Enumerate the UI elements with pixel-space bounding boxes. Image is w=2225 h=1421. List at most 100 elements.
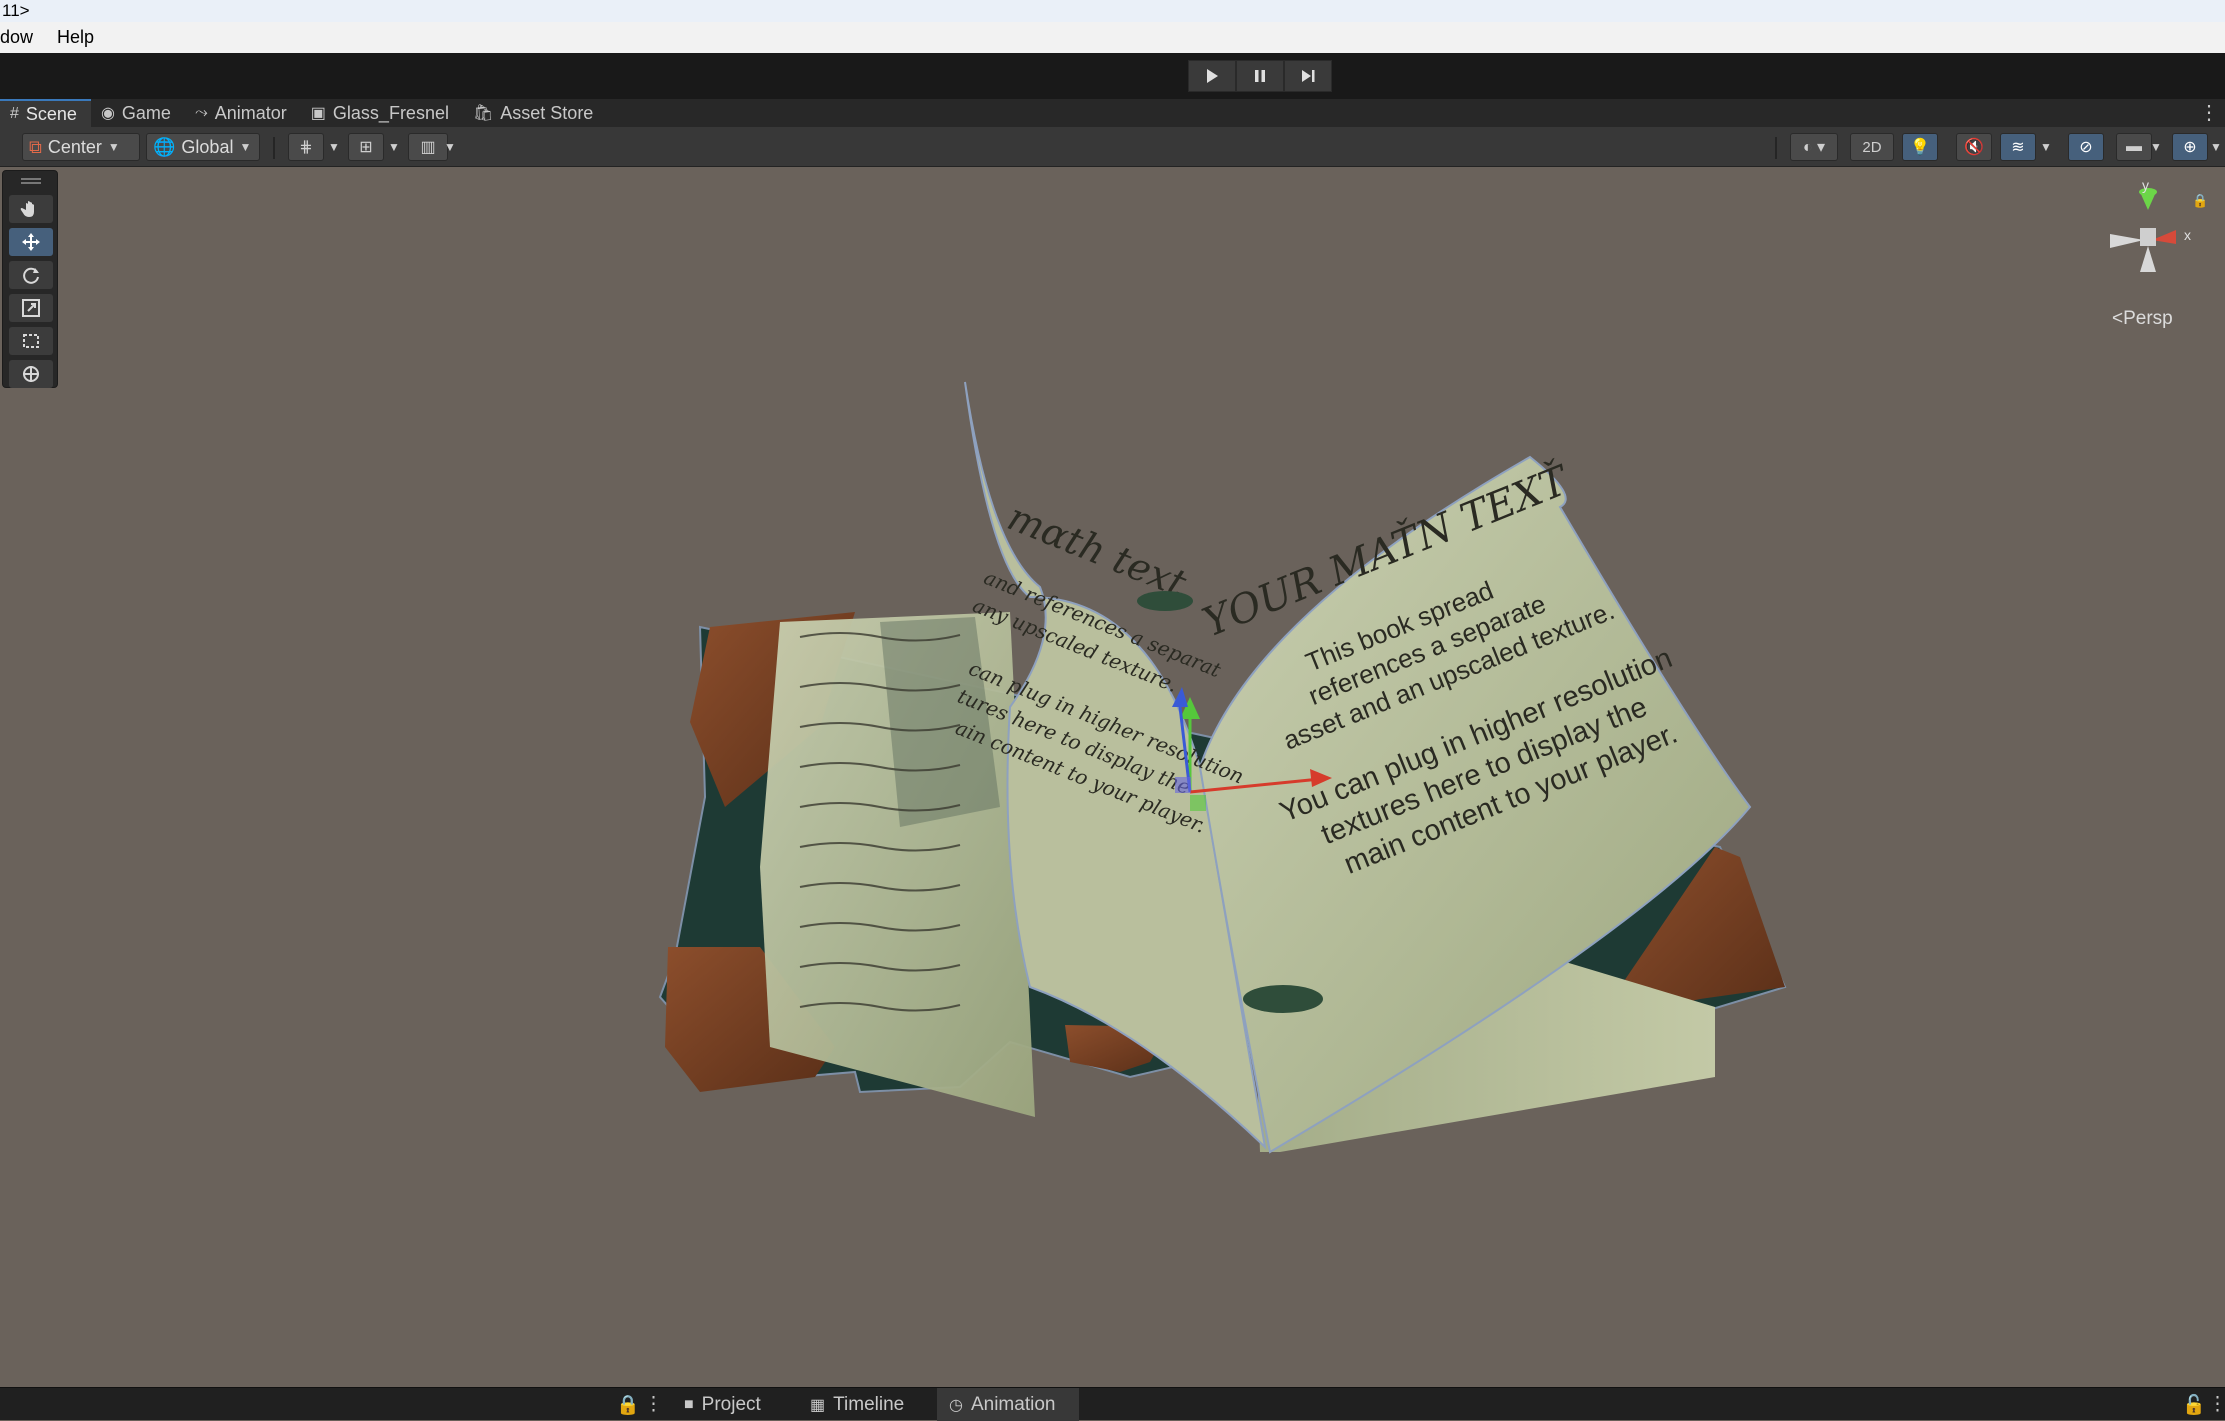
kebab-icon: ⋮: [644, 1394, 663, 1415]
gizmo-globe-icon: ⊕: [2183, 139, 2197, 156]
globe-icon: 🌐: [153, 136, 176, 157]
space-label: Global: [181, 136, 234, 157]
audio-toggle[interactable]: 🔇: [1956, 133, 1992, 161]
scale-tool[interactable]: [9, 294, 53, 322]
hand-tool[interactable]: [9, 195, 53, 223]
projection-label[interactable]: <Persp: [2112, 308, 2173, 330]
play-icon: [1207, 69, 1218, 83]
scene-toolbar: ⧉ Center ▼ 🌐 Global ▼ ⋕ ▼ ⊞ ▼ ▥ ▼ ◐ ▾ 2D…: [0, 127, 2225, 167]
toolbar-separator: [273, 137, 275, 159]
draw-mode-button[interactable]: ◐ ▾: [1790, 133, 1838, 161]
pivot-label: Center: [47, 136, 102, 157]
tab-label: Scene: [25, 103, 77, 124]
editor-tabbar: # Scene ◉ Game ⤳ Animator ▣ Glass_Fresne…: [0, 99, 2225, 127]
tab-label: Animation: [970, 1393, 1056, 1415]
menu-help[interactable]: Help: [57, 27, 94, 48]
rotate-icon: [23, 267, 39, 284]
main-toolbar: [0, 53, 2225, 99]
increment-snap-button[interactable]: ⊞: [348, 133, 384, 161]
camera-icon: ▬: [2126, 138, 2142, 155]
kebab-icon: ⋮: [2208, 1394, 2225, 1415]
gizmos-button[interactable]: ⊕: [2172, 133, 2208, 161]
scale-icon: [22, 299, 40, 317]
gizmo-x-label: x: [2184, 227, 2191, 243]
step-icon: [1302, 70, 1315, 82]
tab-label: Asset Store: [500, 102, 594, 123]
mute-icon: 🔇: [1964, 139, 1984, 156]
move-tool[interactable]: [9, 228, 53, 256]
2d-toggle[interactable]: 2D: [1850, 133, 1894, 161]
chevron-down-icon: ▼: [239, 140, 252, 154]
tab-menu-icon[interactable]: ⋮: [2199, 99, 2219, 127]
step-button[interactable]: [1284, 60, 1332, 92]
tab-animation[interactable]: ◷ Animation: [937, 1388, 1079, 1421]
move-arrows-icon: [22, 233, 40, 251]
rect-transform-icon: [23, 334, 39, 348]
window-title: 11>: [0, 0, 2225, 22]
clock-icon: ◷: [949, 1396, 963, 1414]
lighting-toggle[interactable]: 💡: [1902, 133, 1938, 161]
tab-asset-store[interactable]: 🛍 Asset Store: [463, 99, 607, 127]
space-dropdown[interactable]: 🌐 Global ▼: [146, 133, 260, 161]
effects-dropdown[interactable]: ▼: [2036, 133, 2056, 161]
gizmos-dropdown[interactable]: ▼: [2206, 133, 2225, 161]
toolbar-separator: [1775, 137, 1777, 159]
tab-scene[interactable]: # Scene: [0, 99, 91, 127]
grid-snap-icon: ⋕: [299, 139, 313, 156]
drag-handle-icon[interactable]: [21, 178, 41, 184]
increment-snap-dropdown[interactable]: ▼: [384, 133, 404, 161]
scene-viewport[interactable]: YOUR MAŤN TEXŤ This book spread referenc…: [0, 167, 2225, 1387]
play-controls: [1188, 60, 1332, 92]
bottom-tabbar: 🔒 ⋮ ■ Project ▦ Timeline ◷ Animation 🔓 ⋮: [0, 1387, 2225, 1421]
menu-window[interactable]: dow: [0, 27, 33, 48]
shader-icon: ▣: [310, 105, 326, 122]
tool-palette: [2, 170, 58, 388]
chevron-down-icon: ▼: [107, 140, 120, 154]
pause-button[interactable]: [1236, 60, 1284, 92]
timeline-icon: ▦: [810, 1396, 826, 1414]
snap-icon: ⊞: [359, 139, 373, 156]
tab-label: Animator: [214, 102, 287, 123]
grid-icon: #: [10, 105, 19, 122]
gizmo-y-label: y: [2142, 182, 2149, 193]
pivot-dropdown[interactable]: ⧉ Center ▼: [22, 133, 140, 161]
persp-text: Persp: [2123, 308, 2173, 329]
book-clasp: [1137, 591, 1193, 611]
grid-visibility-dropdown[interactable]: ▼: [440, 133, 460, 161]
scene-visibility-toggle[interactable]: ⊘: [2068, 133, 2104, 161]
eye-off-icon: ⊘: [2079, 139, 2093, 156]
transform-icon: [23, 366, 39, 382]
hand-icon: [20, 201, 34, 217]
book-model[interactable]: YOUR MAŤN TEXŤ This book spread referenc…: [0, 167, 2225, 1387]
transform-tool[interactable]: [9, 360, 53, 388]
play-button[interactable]: [1188, 60, 1236, 92]
grid-lines-icon: ▥: [420, 139, 436, 156]
lock-icon[interactable]: 🔒: [2192, 193, 2208, 209]
bottom-menu-button[interactable]: ⋮: [2202, 1388, 2225, 1421]
gamepad-icon: ◉: [100, 105, 115, 122]
effects-toggle[interactable]: ≋: [2000, 133, 2036, 161]
pivot-icon: ⧉: [29, 136, 42, 157]
tab-label: Game: [121, 102, 171, 123]
persp-arrow: <: [2112, 308, 2124, 329]
animator-icon: ⤳: [194, 104, 208, 121]
camera-dropdown[interactable]: ▼: [2146, 133, 2166, 161]
tab-project[interactable]: ■ Project: [672, 1388, 773, 1421]
tab-timeline[interactable]: ▦ Timeline: [798, 1388, 916, 1421]
panel-menu-button[interactable]: ⋮: [638, 1388, 669, 1421]
orientation-gizmo[interactable]: y x: [2100, 182, 2196, 292]
rect-tool[interactable]: [9, 327, 53, 355]
grid-snap-button[interactable]: ⋕: [288, 133, 324, 161]
pause-icon: [1255, 70, 1265, 82]
rotate-tool[interactable]: [9, 261, 53, 289]
tab-game[interactable]: ◉ Game: [91, 99, 185, 127]
tab-glass-fresnel[interactable]: ▣ Glass_Fresnel: [301, 99, 463, 127]
shading-icon: ◐ ▾: [1802, 139, 1826, 156]
book-clasp: [1243, 985, 1323, 1013]
tab-label: Project: [701, 1393, 761, 1415]
layers-icon: ≋: [2011, 139, 2025, 156]
tab-animator[interactable]: ⤳ Animator: [185, 99, 301, 127]
folder-icon: ■: [684, 1395, 694, 1413]
grid-snap-dropdown[interactable]: ▼: [324, 133, 344, 161]
lightbulb-icon: 💡: [1910, 139, 1930, 156]
